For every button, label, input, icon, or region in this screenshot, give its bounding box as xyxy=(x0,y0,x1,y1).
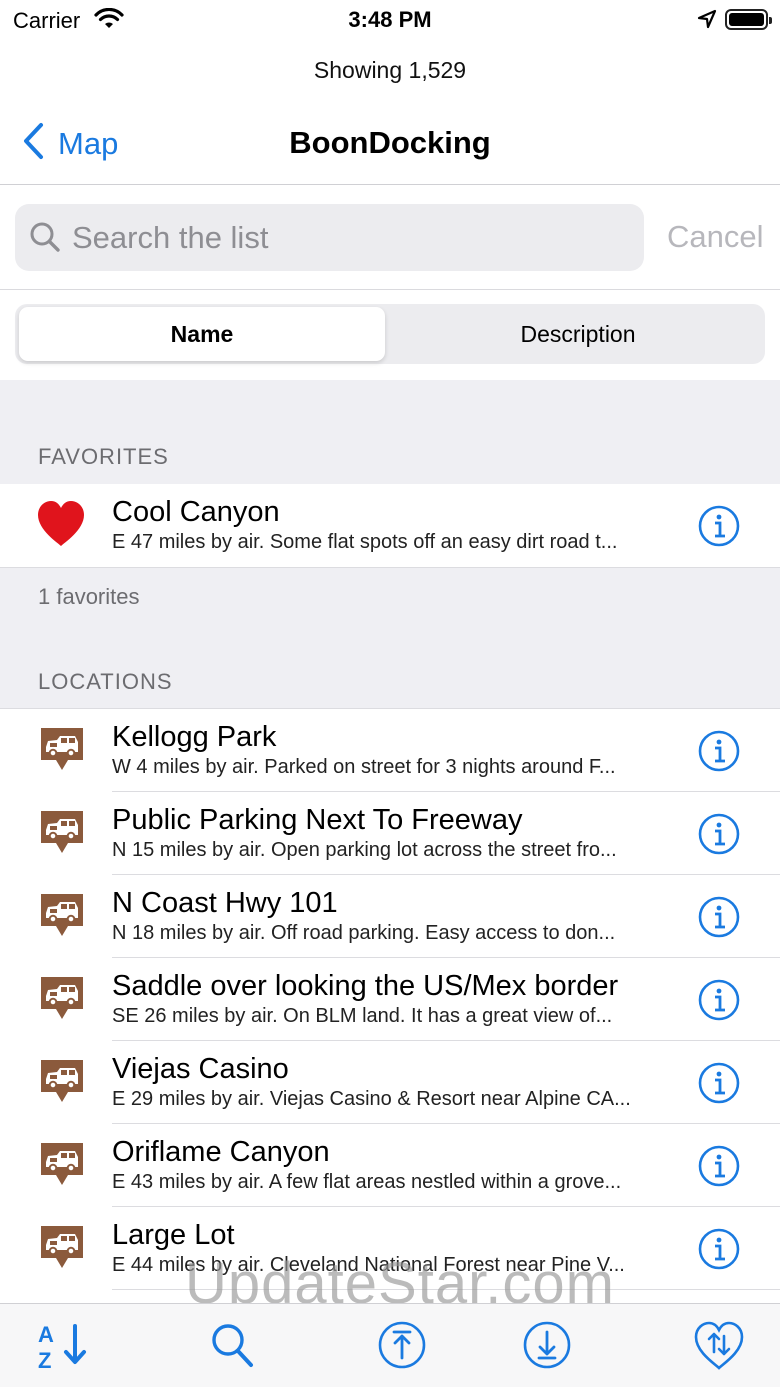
favorite-title: Cool Canyon xyxy=(112,496,280,528)
showing-count: Showing 1,529 xyxy=(313,57,467,83)
search-scope-control: Name Description xyxy=(15,304,765,364)
campsite-van-icon xyxy=(38,891,86,944)
campsite-van-icon xyxy=(38,1057,86,1110)
location-row[interactable]: Kellogg Park W 4 miles by air. Parked on … xyxy=(0,709,780,792)
favorite-subtitle: E 47 miles by air. Some flat spots off a… xyxy=(112,531,618,553)
favorites-count: 1 favorites xyxy=(38,584,140,609)
battery-icon xyxy=(725,9,772,30)
location-title: Oriflame Canyon xyxy=(112,1136,330,1168)
location-subtitle: W 4 miles by air. Parked on street for 3… xyxy=(112,756,616,778)
location-subtitle: E 43 miles by air. A few flat areas nest… xyxy=(112,1171,622,1193)
campsite-van-icon xyxy=(38,1223,86,1276)
info-icon[interactable] xyxy=(698,1062,740,1109)
favorites-header-label: FAVORITES xyxy=(38,444,169,469)
clock: 3:48 PM xyxy=(348,7,432,32)
campsite-van-icon xyxy=(38,974,86,1027)
info-icon[interactable] xyxy=(698,979,740,1026)
heart-icon xyxy=(36,500,86,553)
location-title: Large Lot xyxy=(112,1219,235,1251)
campsite-van-icon xyxy=(38,808,86,861)
campsite-van-icon xyxy=(38,1140,86,1193)
navigation-bar: Showing 1,529 Map BoonDocking xyxy=(0,40,780,185)
segment-name[interactable]: Name xyxy=(19,307,385,361)
svg-text:A: A xyxy=(38,1322,54,1347)
locations-header-label: LOCATIONS xyxy=(38,669,173,694)
search-icon[interactable] xyxy=(210,1320,256,1375)
campsite-van-icon xyxy=(38,725,86,778)
info-icon[interactable] xyxy=(698,1145,740,1192)
info-icon[interactable] xyxy=(698,505,740,552)
location-subtitle: N 18 miles by air. Off road parking. Eas… xyxy=(112,922,616,944)
favorite-row[interactable]: Cool Canyon E 47 miles by air. Some flat… xyxy=(0,484,780,567)
info-icon[interactable] xyxy=(698,1228,740,1275)
location-arrow-icon xyxy=(697,9,717,34)
status-bar: Carrier 3:48 PM xyxy=(0,0,780,40)
location-title: Saddle over looking the US/Mex border xyxy=(112,970,619,1002)
segment-description[interactable]: Description xyxy=(395,307,761,361)
search-input[interactable] xyxy=(72,204,632,271)
location-title: Viejas Casino xyxy=(112,1053,289,1085)
magnifier-icon xyxy=(29,221,61,258)
location-row[interactable]: Public Parking Next To Freeway N 15 miles… xyxy=(0,792,780,875)
location-title: Public Parking Next To Freeway xyxy=(112,804,523,836)
bottom-toolbar: A Z xyxy=(0,1303,780,1387)
info-icon[interactable] xyxy=(698,896,740,943)
location-row[interactable]: N Coast Hwy 101 N 18 miles by air. Off ro… xyxy=(0,875,780,958)
location-row[interactable]: Saddle over looking the US/Mex border SE … xyxy=(0,958,780,1041)
svg-text:Z: Z xyxy=(38,1348,51,1372)
scroll-top-icon[interactable] xyxy=(378,1320,426,1375)
location-title: N Coast Hwy 101 xyxy=(112,887,338,919)
page-title: BoonDocking xyxy=(289,125,491,160)
location-row[interactable]: Oriflame Canyon E 43 miles by air. A few … xyxy=(0,1124,780,1207)
search-bar: Cancel xyxy=(0,186,780,290)
location-subtitle: N 15 miles by air. Open parking lot acro… xyxy=(112,839,617,861)
locations-section-header: 1 favorites LOCATIONS xyxy=(0,567,780,709)
favorites-sort-icon[interactable] xyxy=(693,1320,745,1377)
location-subtitle: SE 26 miles by air. On BLM land. It has … xyxy=(112,1005,613,1027)
location-title: Kellogg Park xyxy=(112,721,277,753)
location-subtitle: E 29 miles by air. Viejas Casino & Resor… xyxy=(112,1088,631,1110)
info-icon[interactable] xyxy=(698,813,740,860)
favorites-section-header: FAVORITES xyxy=(0,380,780,484)
scroll-bottom-icon[interactable] xyxy=(523,1320,571,1375)
location-row[interactable]: Viejas Casino E 29 miles by air. Viejas C… xyxy=(0,1041,780,1124)
info-icon[interactable] xyxy=(698,730,740,777)
cancel-button[interactable]: Cancel xyxy=(667,219,764,255)
sort-az-icon[interactable]: A Z xyxy=(36,1320,88,1377)
search-field[interactable] xyxy=(15,204,644,271)
